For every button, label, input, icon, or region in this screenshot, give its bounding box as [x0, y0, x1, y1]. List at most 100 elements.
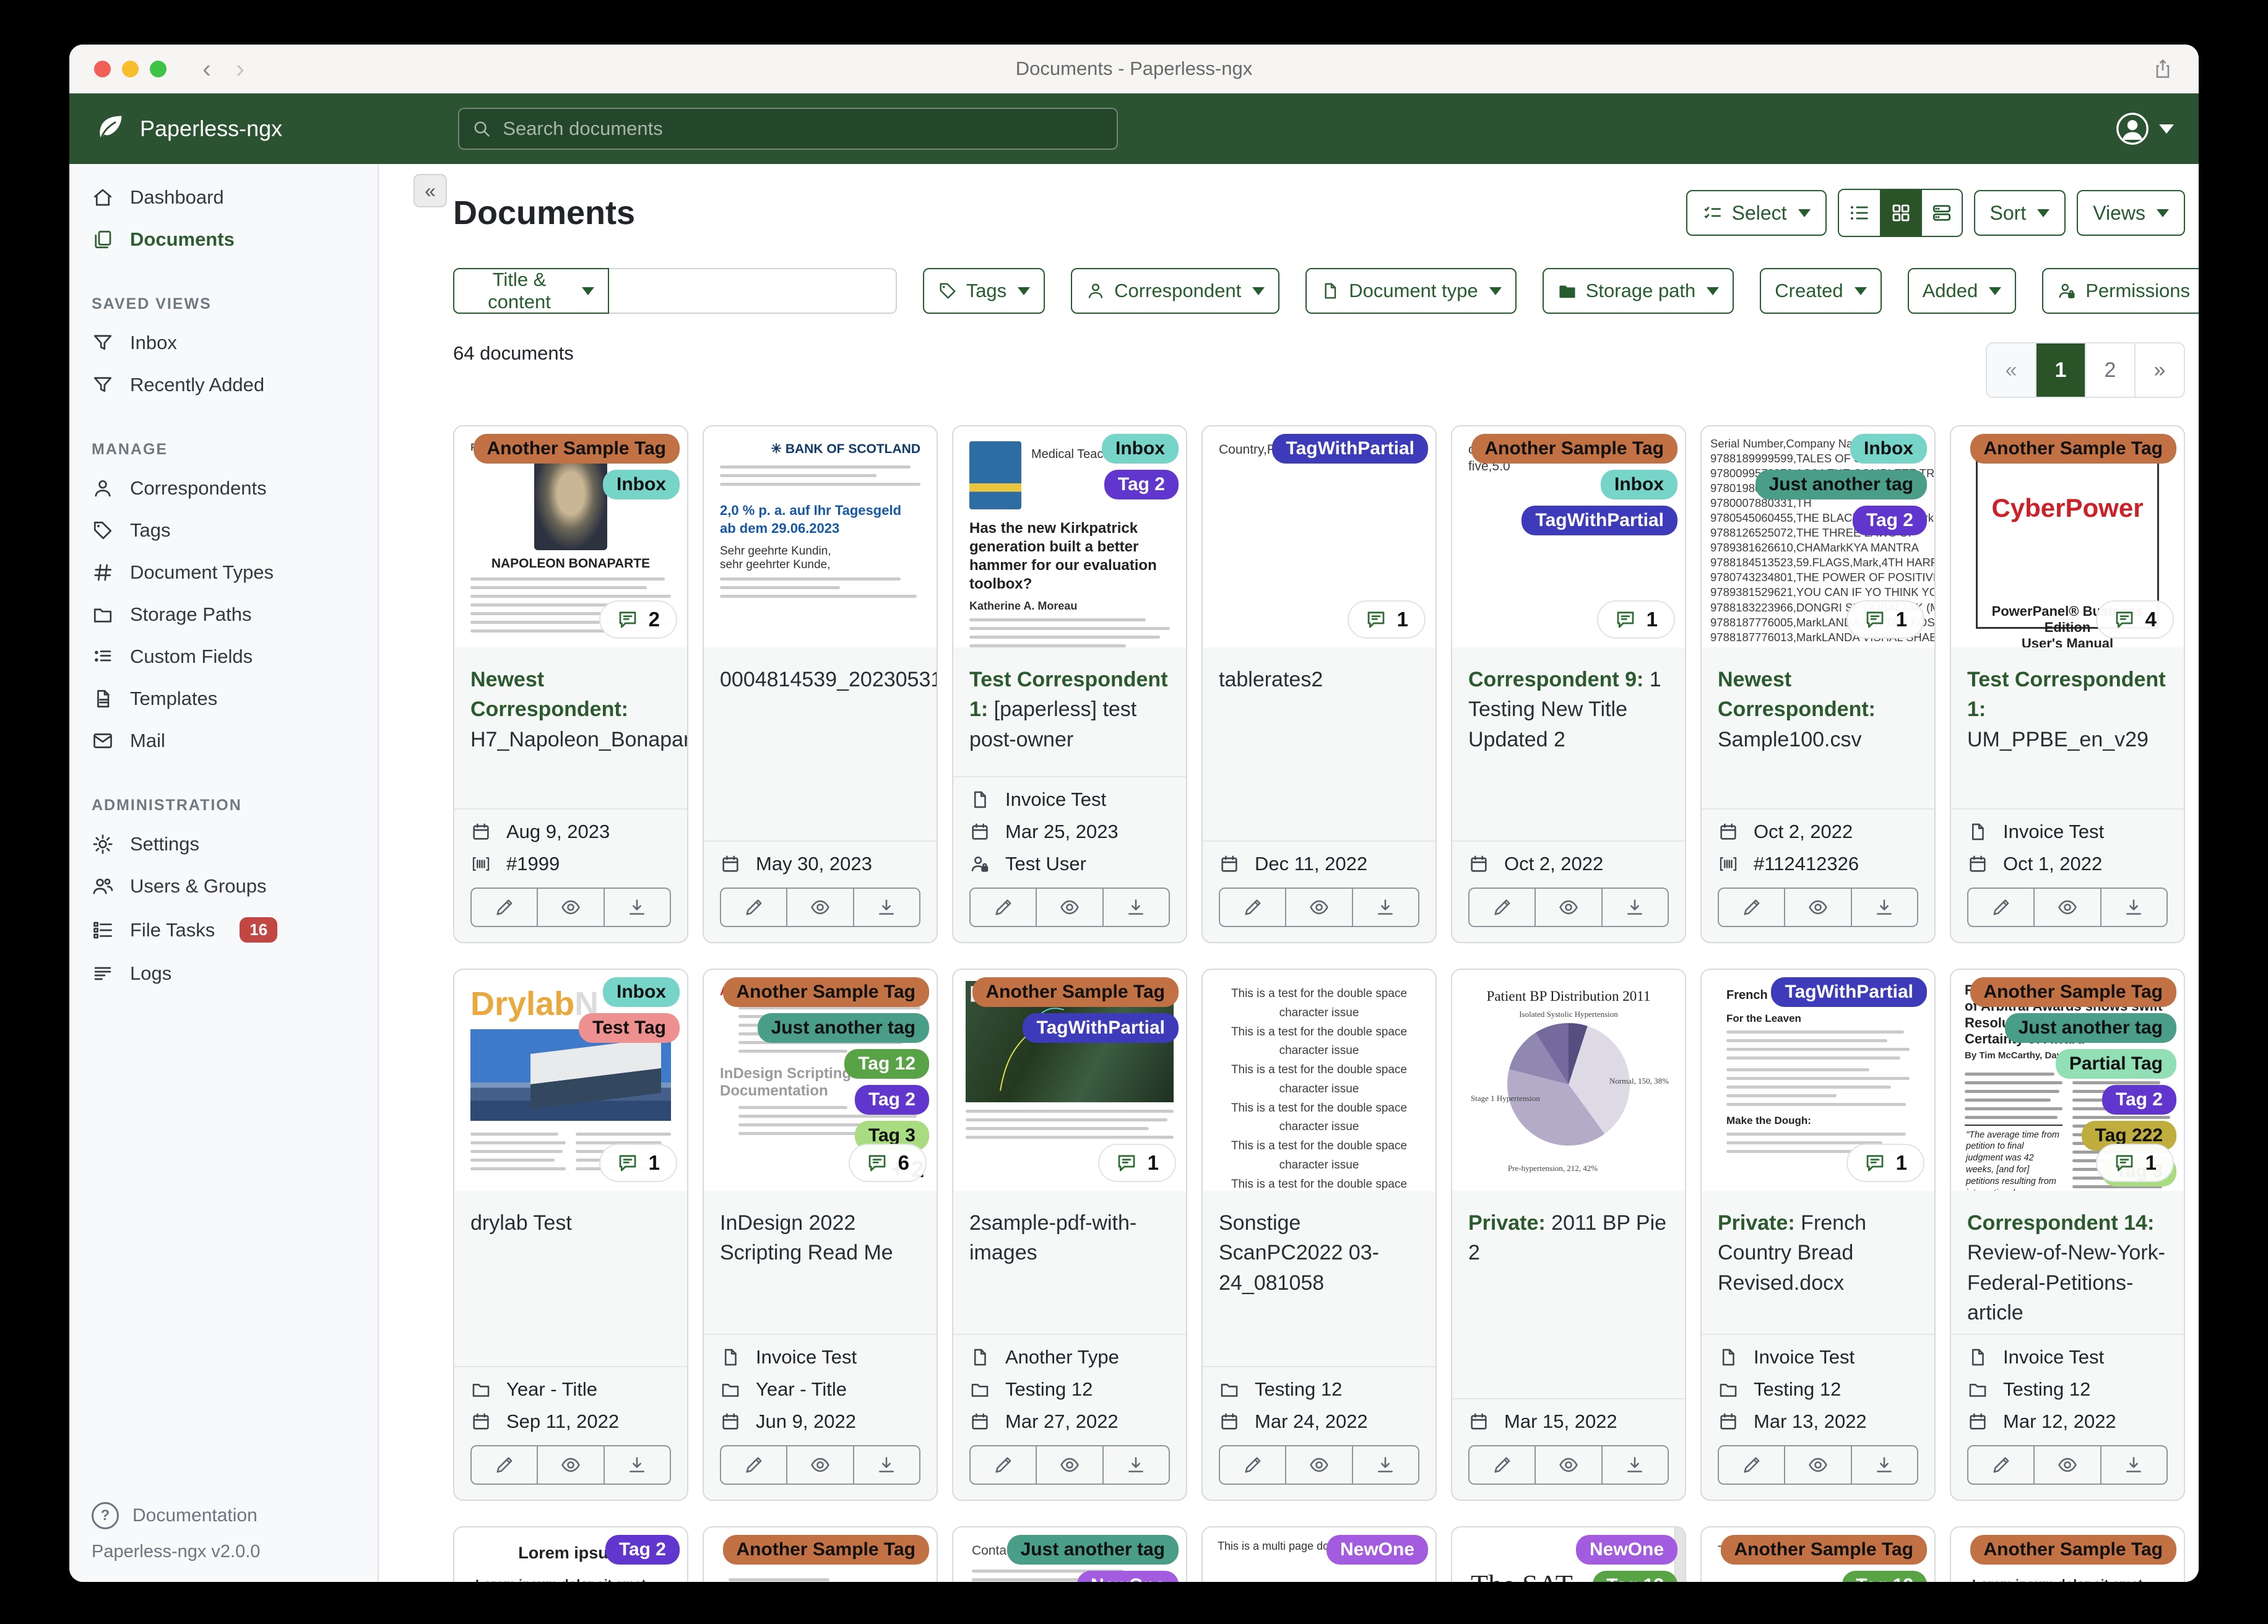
- sidebar-item-dashboard[interactable]: Dashboard: [69, 176, 378, 218]
- correspondent-link[interactable]: Private:: [1718, 1211, 1795, 1235]
- tag-pill[interactable]: TagWithPartial: [1771, 977, 1927, 1007]
- views-dropdown-button[interactable]: Views: [2077, 190, 2185, 236]
- document-title[interactable]: Private: French Country Bread Revised.do…: [1702, 1191, 1934, 1334]
- edit-document-button[interactable]: [969, 888, 1037, 927]
- document-card[interactable]: This is a multi page document. Page 1. Ne…: [1201, 1526, 1437, 1582]
- notes-badge[interactable]: 4: [2095, 600, 2174, 639]
- edit-document-button[interactable]: [470, 1445, 539, 1485]
- sidebar-item-recently-added[interactable]: Recently Added: [69, 364, 378, 406]
- tag-pill[interactable]: Just another tag: [1006, 1535, 1179, 1565]
- correspondent-link[interactable]: Correspondent 9:: [1468, 668, 1643, 691]
- zoom-window-button[interactable]: [150, 60, 167, 77]
- edit-document-button[interactable]: [720, 1445, 788, 1485]
- minimize-window-button[interactable]: [122, 60, 139, 77]
- title-content-dropdown-button[interactable]: Title & content: [453, 268, 609, 314]
- search-input[interactable]: [501, 117, 1104, 140]
- tag-pill[interactable]: Another Sample Tag: [1471, 434, 1677, 464]
- tag-pill[interactable]: Another Sample Tag: [722, 977, 929, 1007]
- global-search[interactable]: [458, 108, 1118, 150]
- document-preview[interactable]: Review ofof Arbitral Awards shows swift …: [1951, 970, 2184, 1191]
- tag-pill[interactable]: TagWithPartial: [1272, 434, 1428, 464]
- document-title[interactable]: Correspondent 14: Review-of-New-York-Fed…: [1951, 1191, 2184, 1334]
- tag-pill[interactable]: Another Sample Tag: [1970, 434, 2176, 464]
- tag-pill[interactable]: Inbox: [1850, 434, 1927, 464]
- view-document-button[interactable]: [2035, 1445, 2101, 1485]
- notes-badge[interactable]: 1: [1846, 1144, 1924, 1182]
- document-preview[interactable]: CyberPower PowerPanel® Business Edition Us…: [1951, 426, 2184, 647]
- edit-document-button[interactable]: [1967, 1445, 2035, 1485]
- sort-dropdown-button[interactable]: Sort: [1973, 190, 2066, 236]
- document-title[interactable]: Newest Correspondent: H7_Napoleon_Bonapa…: [454, 647, 687, 808]
- download-document-button[interactable]: [1353, 888, 1419, 927]
- document-title[interactable]: tablerates2: [1203, 647, 1435, 840]
- document-title[interactable]: Test Correspondent 1: [paperless] test p…: [953, 647, 1186, 776]
- download-document-button[interactable]: [854, 888, 920, 927]
- tag-pill[interactable]: NewOne: [1076, 1571, 1179, 1582]
- document-title[interactable]: 0004814539_20230531: [704, 647, 937, 840]
- view-document-button[interactable]: [538, 1445, 605, 1485]
- tag-pill[interactable]: NewOne: [1575, 1535, 1677, 1565]
- download-document-button[interactable]: [1103, 888, 1170, 927]
- sidebar-item-tags[interactable]: Tags: [69, 509, 378, 551]
- document-card[interactable]: Lorem ipsumLorem ipsum dolor sit amet, c…: [1950, 1526, 2185, 1582]
- document-preview[interactable]: DrylabN Inbox Test Tag 1: [454, 970, 687, 1191]
- view-document-button[interactable]: [1037, 888, 1104, 927]
- tag-pill[interactable]: Another Sample Tag: [1970, 1535, 2176, 1565]
- document-card[interactable]: Review ofof Arbitral Awards shows swift …: [1950, 969, 2185, 1501]
- tag-pill[interactable]: Inbox: [603, 977, 680, 1007]
- view-document-button[interactable]: [2035, 888, 2101, 927]
- correspondent-link[interactable]: Correspondent 14:: [1967, 1211, 2154, 1235]
- sidebar-item-templates[interactable]: Templates: [69, 678, 378, 720]
- view-document-button[interactable]: [1286, 1445, 1353, 1485]
- document-preview[interactable]: ✳ BANK OF SCOTLAND 2,0 % p. a. auf Ihr Ta…: [704, 426, 937, 647]
- filter-correspondent-button[interactable]: Correspondent: [1071, 268, 1280, 314]
- document-preview[interactable]: This is a test for the double space char…: [1203, 970, 1435, 1191]
- notes-badge[interactable]: 1: [1347, 600, 1426, 639]
- view-document-button[interactable]: [1037, 1445, 1104, 1485]
- view-document-button[interactable]: [1286, 888, 1353, 927]
- sidebar-item-logs[interactable]: Logs: [69, 952, 378, 995]
- document-preview[interactable]: Boundary Waters TripAnother Sample TagTa…: [953, 970, 1186, 1191]
- document-card[interactable]: Country,Region/State,"TagWithPartial1tab…: [1201, 425, 1437, 943]
- tag-pill[interactable]: Just another tag: [2004, 1013, 2176, 1043]
- sidebar-item-documents[interactable]: Documents: [69, 218, 378, 261]
- list-view-button[interactable]: [1838, 190, 1880, 236]
- sidebar-item-users-groups[interactable]: Users & Groups: [69, 865, 378, 907]
- document-card[interactable]: This is a test for the double space char…: [1201, 969, 1437, 1501]
- document-preview[interactable]: French Country BreadFor the LeavenMake t…: [1702, 970, 1934, 1191]
- tag-pill[interactable]: Just another tag: [1755, 470, 1927, 499]
- document-preview[interactable]: Francja pod rNAPOLEON BONAPARTEAnother S…: [454, 426, 687, 647]
- view-document-button[interactable]: [1785, 888, 1852, 927]
- download-document-button[interactable]: [604, 888, 671, 927]
- edit-document-button[interactable]: [1468, 888, 1536, 927]
- document-title[interactable]: Sonstige ScanPC2022 03-24_081058: [1203, 1191, 1435, 1366]
- page-»[interactable]: »: [2136, 343, 2184, 397]
- document-title[interactable]: Newest Correspondent: Sample100.csv: [1702, 647, 1934, 808]
- view-document-button[interactable]: [787, 888, 854, 927]
- correspondent-link[interactable]: Test Correspondent 1:: [1967, 668, 2166, 721]
- close-window-button[interactable]: [94, 60, 111, 77]
- document-card[interactable]: Lorem ipsumLorem ipsum dolor sit amet, c…: [453, 1526, 688, 1582]
- browser-forward-icon[interactable]: ›: [236, 56, 245, 82]
- document-card[interactable]: CyberPower PowerPanel® Business Edition Us…: [1950, 425, 2185, 943]
- download-document-button[interactable]: [854, 1445, 920, 1485]
- tag-pill[interactable]: Tag 12: [1593, 1571, 1677, 1582]
- document-preview[interactable]: The SATPracticeTest #1Make time to take …: [1452, 1527, 1685, 1582]
- tag-pill[interactable]: Another Sample Tag: [473, 434, 680, 464]
- document-card[interactable]: Boundary Waters TripAnother Sample TagTa…: [952, 969, 1187, 1501]
- tag-pill[interactable]: TagWithPartial: [1023, 1013, 1179, 1043]
- sidebar-item-custom-fields[interactable]: Custom Fields: [69, 636, 378, 678]
- document-preview[interactable]: Medical Teacher Has the new Kirkpatrick g…: [953, 426, 1186, 647]
- document-card[interactable]: The SATPracticeTest #1Make time to take …: [1451, 1526, 1686, 1582]
- edit-document-button[interactable]: [1219, 1445, 1287, 1485]
- browser-back-icon[interactable]: ‹: [202, 56, 211, 82]
- sidebar-item-correspondents[interactable]: Correspondents: [69, 467, 378, 509]
- tag-pill[interactable]: Inbox: [603, 470, 680, 499]
- document-card[interactable]: Test NameAnother Sample Tag: [703, 1526, 938, 1582]
- correspondent-link[interactable]: Newest Correspondent:: [1718, 668, 1876, 721]
- sidebar-item-settings[interactable]: Settings: [69, 823, 378, 865]
- filter-tags-button[interactable]: Tags: [922, 268, 1045, 314]
- detail-view-button[interactable]: [1920, 190, 1962, 236]
- document-card[interactable]: ✳ BANK OF SCOTLAND 2,0 % p. a. auf Ihr Ta…: [703, 425, 938, 943]
- select-dropdown-button[interactable]: Select: [1686, 190, 1827, 236]
